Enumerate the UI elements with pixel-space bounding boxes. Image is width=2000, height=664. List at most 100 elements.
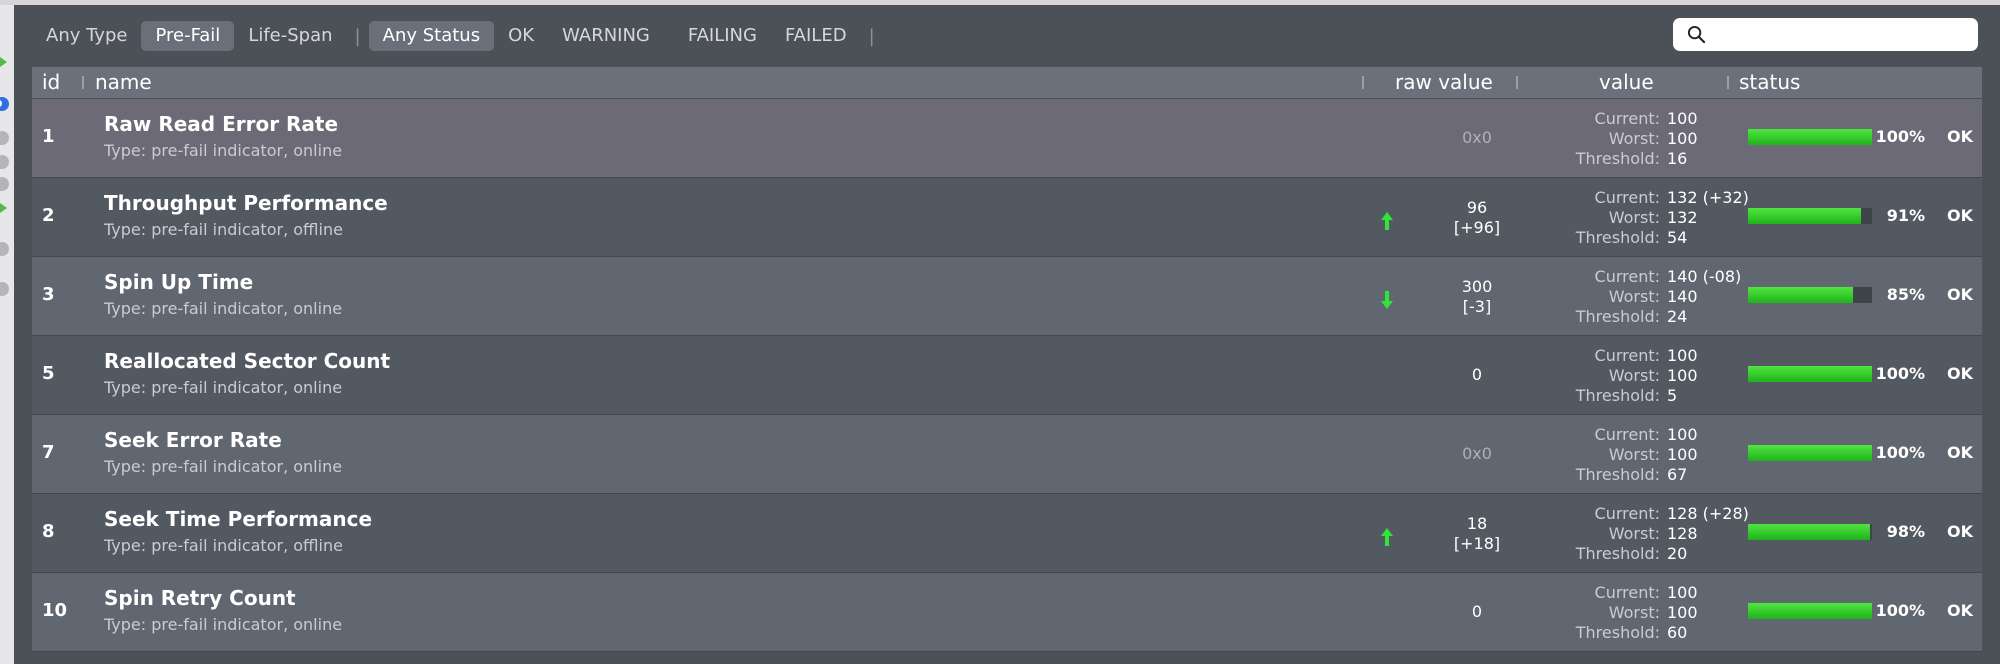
health-bar [1748,287,1872,303]
expand-arrow-icon[interactable] [0,203,7,213]
drive-marker[interactable] [0,177,9,191]
worst-label: Worst: [1608,524,1660,543]
column-status[interactable]: status [1739,70,1800,94]
column-value[interactable]: value [1599,70,1654,94]
table-row[interactable]: 2 Throughput Performance Type: pre-fail … [32,178,1982,257]
threshold-value: 16 [1667,149,1688,168]
search-input[interactable] [1717,22,1971,48]
table-row[interactable]: 7 Seek Error Rate Type: pre-fail indicat… [32,415,1982,494]
filter-any-status[interactable]: Any Status [368,21,495,51]
filter-pre-fail[interactable]: Pre-Fail [141,21,235,51]
attribute-name: Spin Up Time [104,270,254,294]
current-value: 140 (-08) [1667,267,1742,286]
filter-ok[interactable]: OK [494,21,548,51]
column-divider[interactable] [1362,76,1364,89]
drive-marker[interactable] [0,131,9,145]
attribute-type: Type: pre-fail indicator, online [104,615,343,634]
status-label: OK [1947,206,1973,225]
filter-life-span[interactable]: Life-Span [234,21,346,51]
health-bar [1748,366,1872,382]
threshold-label: Threshold: [1575,544,1660,563]
current-value: 100 [1667,583,1698,602]
filter-failing[interactable]: FAILING [674,21,771,51]
health-bar [1748,603,1872,619]
trend-up-icon [1381,212,1393,230]
raw-value-number: 300 [1461,277,1493,296]
column-divider[interactable] [1516,76,1518,89]
drive-marker[interactable] [0,242,9,256]
raw-value-delta: [+96] [1453,218,1501,237]
window-top-edge [0,0,2000,5]
raw-value-number: 96 [1466,198,1488,217]
filter-warning[interactable]: WARNING [548,21,664,51]
health-bar-fill [1748,603,1872,619]
table-row[interactable]: 3 Spin Up Time Type: pre-fail indicator,… [32,257,1982,336]
column-name[interactable]: name [95,70,152,94]
status-label: OK [1947,285,1973,304]
worst-value: 128 [1667,524,1698,543]
attribute-id: 2 [42,205,55,226]
threshold-label: Threshold: [1575,386,1660,405]
status-label: OK [1947,601,1973,620]
health-bar [1748,208,1872,224]
health-percent: 100% [1875,364,1925,383]
current-value: 100 [1667,109,1698,128]
health-percent: 91% [1886,206,1925,225]
raw-value-number: 18 [1466,514,1488,533]
current-label: Current: [1594,188,1660,207]
current-label: Current: [1594,109,1660,128]
attribute-id: 5 [42,363,55,384]
table-row[interactable]: 8 Seek Time Performance Type: pre-fail i… [32,494,1982,573]
health-bar [1748,445,1872,461]
attribute-id: 1 [42,126,55,147]
attribute-type: Type: pre-fail indicator, online [104,457,343,476]
status-label: OK [1947,522,1973,541]
health-bar-fill [1748,366,1872,382]
threshold-value: 24 [1667,307,1688,326]
health-bar-fill [1748,287,1854,303]
current-label: Current: [1594,583,1660,602]
selected-drive-marker[interactable] [0,97,9,111]
attributes-table: 1 Raw Read Error Rate Type: pre-fail ind… [32,99,1982,652]
threshold-label: Threshold: [1575,307,1660,326]
raw-value-delta: [-3] [1462,297,1492,316]
attribute-name: Seek Error Rate [104,428,282,452]
attribute-type: Type: pre-fail indicator, offline [104,536,343,555]
drive-marker[interactable] [0,155,9,169]
search-icon [1687,25,1706,44]
threshold-label: Threshold: [1575,149,1660,168]
status-label: OK [1947,364,1973,383]
column-divider[interactable] [1727,76,1729,89]
health-bar-fill [1748,129,1872,145]
current-label: Current: [1594,346,1660,365]
health-percent: 98% [1886,522,1925,541]
trend-down-icon [1381,291,1393,309]
search-box[interactable] [1673,18,1978,51]
column-raw-value[interactable]: raw value [1395,70,1493,94]
attribute-id: 3 [42,284,55,305]
attribute-type: Type: pre-fail indicator, online [104,141,343,160]
expand-arrow-icon[interactable] [0,57,7,67]
current-label: Current: [1594,504,1660,523]
current-label: Current: [1594,425,1660,444]
trend-up-icon [1381,528,1393,546]
health-bar-fill [1748,208,1861,224]
filter-failed[interactable]: FAILED [771,21,861,51]
table-row[interactable]: 1 Raw Read Error Rate Type: pre-fail ind… [32,99,1982,178]
filter-any-type[interactable]: Any Type [32,21,141,51]
drive-marker[interactable] [0,282,9,296]
threshold-value: 60 [1667,623,1688,642]
health-percent: 100% [1875,601,1925,620]
worst-value: 140 [1667,287,1698,306]
column-id[interactable]: id [42,70,60,94]
threshold-value: 54 [1667,228,1688,247]
current-value: 100 [1667,346,1698,365]
current-value: 128 (+28) [1667,504,1749,523]
current-value: 132 (+32) [1667,188,1749,207]
column-divider[interactable] [82,76,84,89]
attribute-id: 7 [42,442,55,463]
attribute-id: 8 [42,521,55,542]
table-row[interactable]: 10 Spin Retry Count Type: pre-fail indic… [32,573,1982,652]
table-row[interactable]: 5 Reallocated Sector Count Type: pre-fai… [32,336,1982,415]
worst-value: 100 [1667,129,1698,148]
